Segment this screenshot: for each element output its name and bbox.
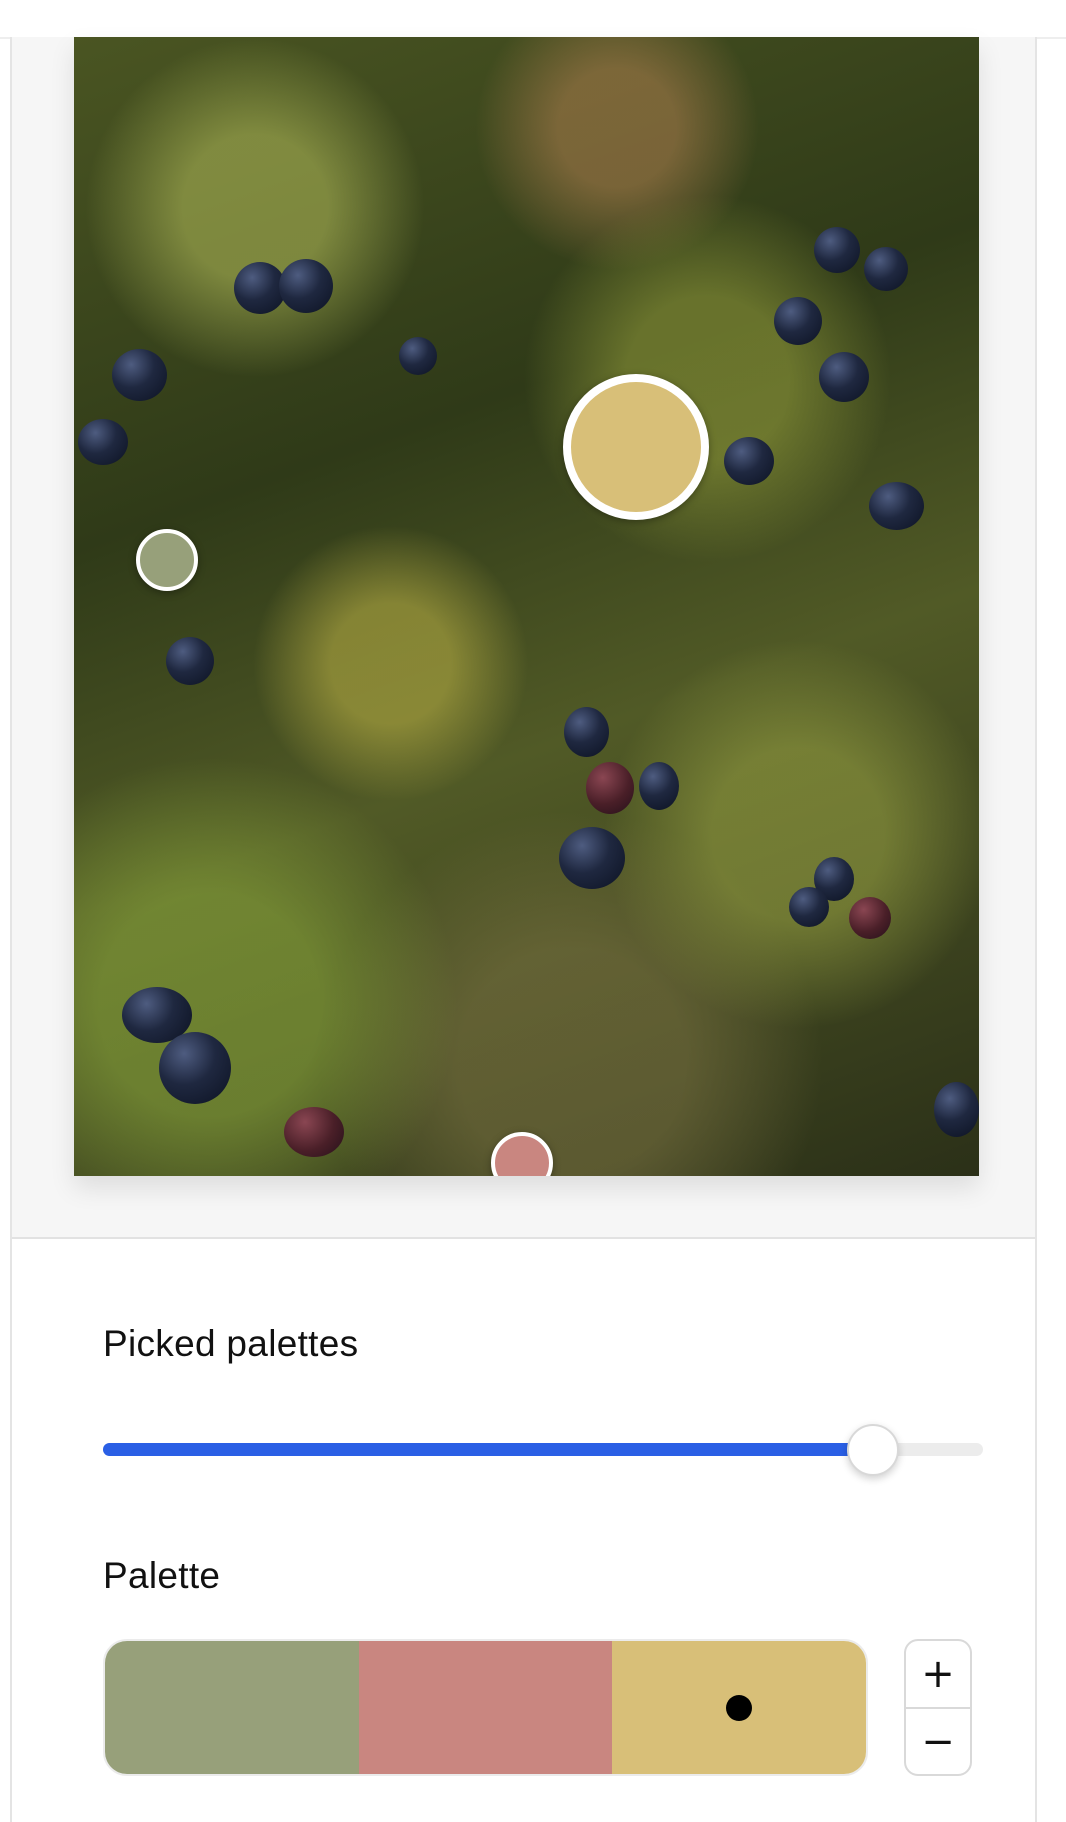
berry xyxy=(869,482,924,530)
berry xyxy=(814,227,860,273)
selected-indicator-icon xyxy=(726,1694,753,1721)
picked-palettes-title: Picked palettes xyxy=(103,1323,359,1364)
berry xyxy=(934,1082,979,1137)
berry xyxy=(774,297,822,345)
berry xyxy=(564,707,609,757)
berry xyxy=(112,349,167,401)
berry xyxy=(559,827,625,889)
source-photo[interactable] xyxy=(74,37,979,1176)
color-marker-wheat[interactable] xyxy=(563,374,709,520)
berry xyxy=(724,437,774,485)
palette-swatch-sage-green[interactable] xyxy=(105,1641,359,1774)
berry xyxy=(789,887,829,927)
berry xyxy=(849,897,891,939)
remove-color-button[interactable]: − xyxy=(906,1709,970,1774)
berry xyxy=(586,762,634,814)
berry xyxy=(166,637,214,685)
picker-card: Picked palettes Palette + − xyxy=(10,37,1037,1822)
color-marker-dusty-rose[interactable] xyxy=(491,1132,553,1176)
berry xyxy=(639,762,679,810)
slider-thumb[interactable] xyxy=(847,1424,899,1476)
berry xyxy=(159,1032,231,1104)
palette-title: Palette xyxy=(103,1555,221,1596)
add-color-button[interactable]: + xyxy=(906,1641,970,1707)
palette-swatch-dusty-rose[interactable] xyxy=(358,1641,613,1774)
berry xyxy=(399,337,437,375)
image-area xyxy=(12,37,1035,1239)
top-bar xyxy=(0,0,1066,39)
berry xyxy=(864,247,908,291)
color-marker-sage-green[interactable] xyxy=(136,529,198,591)
slider-fill xyxy=(103,1443,873,1456)
palette-swatch-wheat[interactable] xyxy=(612,1641,866,1774)
berry xyxy=(284,1107,344,1157)
berry xyxy=(78,419,128,465)
palette-size-stepper[interactable]: + − xyxy=(904,1639,972,1776)
palette-count-slider[interactable] xyxy=(103,1419,983,1479)
berry xyxy=(279,259,333,313)
berry xyxy=(819,352,869,402)
palette-bar xyxy=(103,1639,868,1776)
